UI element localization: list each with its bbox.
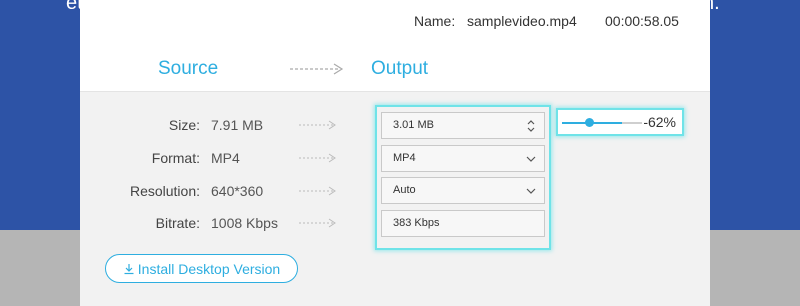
source-format-value: MP4 <box>211 150 240 166</box>
size-slider[interactable]: -62% <box>556 108 684 136</box>
resolution-arrow-icon <box>299 186 336 196</box>
format-label: Format: <box>151 150 200 166</box>
file-name: samplevideo.mp4 <box>467 13 577 29</box>
output-settings-highlight <box>375 105 551 250</box>
name-label: Name: <box>414 13 456 29</box>
size-label: Size: <box>168 117 200 133</box>
video-duration: 00:00:58.05 <box>605 13 679 29</box>
resolution-label: Resolution: <box>129 183 200 199</box>
conversion-dialog: Name: samplevideo.mp4 00:00:58.05 Source… <box>80 0 710 306</box>
install-button-label: Install Desktop Version <box>137 260 281 277</box>
source-resolution-value: 640*360 <box>211 183 264 199</box>
output-heading: Output <box>371 58 429 79</box>
source-heading: Source <box>158 58 219 79</box>
size-reduction-percent: -62% <box>643 114 676 130</box>
slider-handle[interactable] <box>585 118 594 127</box>
source-bitrate-value: 1008 Kbps <box>211 215 278 231</box>
size-arrow-icon <box>299 120 336 130</box>
bitrate-label: Bitrate: <box>155 215 200 231</box>
install-desktop-button[interactable]: Install Desktop Version <box>105 254 298 283</box>
bitrate-arrow-icon <box>299 218 336 228</box>
dialog-header: Name: samplevideo.mp4 00:00:58.05 Source… <box>80 0 710 92</box>
download-icon <box>124 263 134 274</box>
slider-empty-track <box>622 122 642 124</box>
format-arrow-icon <box>299 153 336 163</box>
source-to-output-arrow-icon <box>290 63 344 75</box>
source-size-value: 7.91 MB <box>211 117 264 133</box>
